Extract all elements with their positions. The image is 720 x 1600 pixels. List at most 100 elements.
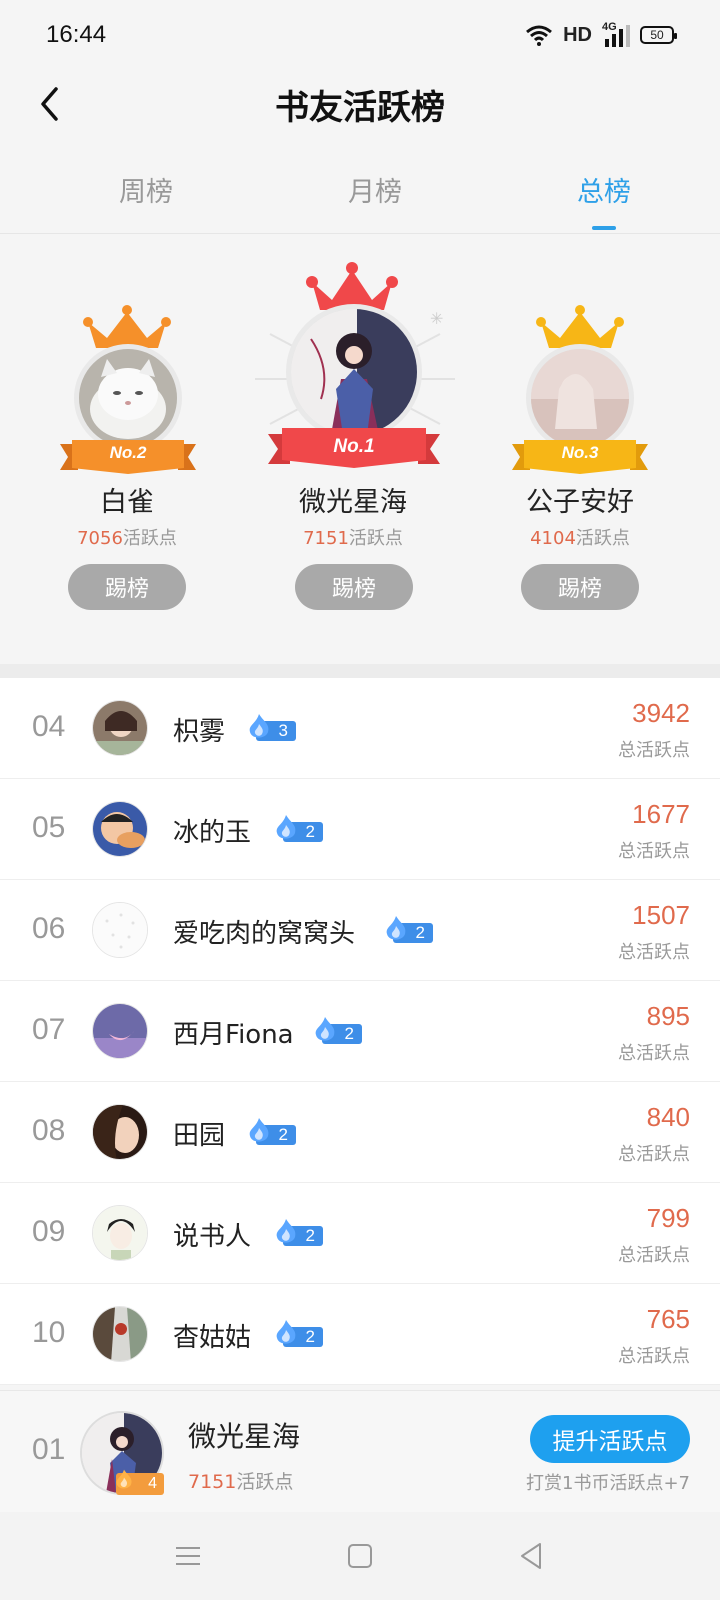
back-nav-icon[interactable]	[516, 1540, 548, 1572]
battery-level: 50	[650, 28, 664, 42]
points-value: 1507	[632, 900, 690, 930]
boost-hint: 打赏1书币活跃点+7	[526, 1473, 690, 1494]
user-name: 田园	[173, 1121, 226, 1151]
level-badge: 2	[271, 1320, 323, 1348]
kick-button[interactable]: 踢榜	[68, 564, 186, 610]
list-item[interactable]: 06 爱吃肉的窝窝头 2 1507 总活跃点	[0, 880, 720, 981]
points-value: 799	[646, 1203, 690, 1233]
points-value: 840	[646, 1102, 690, 1132]
flame-icon	[276, 815, 296, 839]
tab-weekly[interactable]: 周榜	[86, 170, 206, 209]
rank-number: 04	[32, 710, 66, 743]
level-badge: 2	[381, 916, 433, 944]
avatar[interactable]	[74, 344, 182, 452]
points-label: 总活跃点	[618, 1346, 690, 1367]
user-name: 说书人	[173, 1222, 252, 1252]
list-item[interactable]: 10 杳姑姑 2 765 总活跃点	[0, 1284, 720, 1385]
flame-icon	[276, 1320, 296, 1344]
points-suffix: 活跃点	[236, 1471, 294, 1493]
header: 书友活跃榜	[0, 70, 720, 138]
avatar[interactable]	[92, 1205, 148, 1261]
user-name: 西月Fiona	[173, 1020, 294, 1050]
points-label: 总活跃点	[618, 1144, 690, 1165]
points-value: 765	[646, 1304, 690, 1334]
my-rank-number: 01	[32, 1433, 66, 1466]
points-suffix: 活跃点	[348, 528, 403, 549]
avatar[interactable]	[526, 344, 634, 452]
tab-monthly[interactable]: 月榜	[315, 170, 435, 209]
avatar[interactable]	[92, 1104, 148, 1160]
podium-name: 公子安好	[526, 487, 634, 518]
points-value: 1677	[632, 799, 690, 829]
tab-total[interactable]: 总榜	[544, 170, 664, 209]
flame-icon	[276, 1219, 296, 1243]
menu-icon[interactable]	[172, 1540, 204, 1572]
rank-number: 06	[32, 912, 66, 945]
cell-signal-icon: 4G	[602, 21, 630, 47]
points-value: 7151	[188, 1471, 237, 1493]
list-item[interactable]: 09 说书人 2 799 总活跃点	[0, 1183, 720, 1284]
rank-number: 09	[32, 1215, 66, 1248]
list-item[interactable]: 04 枳雾 3 3942 总活跃点	[0, 678, 720, 779]
home-icon[interactable]	[344, 1540, 376, 1572]
podium-points: 4104活跃点	[480, 524, 680, 550]
flame-icon	[116, 1469, 132, 1489]
avatar[interactable]	[92, 1003, 148, 1059]
points-suffix: 活跃点	[575, 528, 630, 549]
points-label: 总活跃点	[618, 841, 690, 862]
level-badge: 2	[310, 1017, 362, 1045]
avatar[interactable]	[92, 902, 148, 958]
section-divider	[0, 664, 720, 678]
podium-name: 白雀	[100, 487, 154, 518]
avatar[interactable]	[286, 304, 422, 440]
chevron-left-icon	[41, 87, 58, 121]
list-item[interactable]: 08 田园 2 840 总活跃点	[0, 1082, 720, 1183]
network-label: HD	[563, 23, 592, 46]
avatar[interactable]	[92, 700, 148, 756]
points-value: 7056	[77, 528, 123, 549]
my-rank-bar: 01 4 微光星海 7151活跃点 提升活跃点 打赏1书币活跃点+7	[0, 1390, 720, 1512]
user-name: 枳雾	[173, 717, 226, 747]
boost-activity-button[interactable]: 提升活跃点	[530, 1415, 690, 1463]
flame-icon	[386, 916, 406, 940]
list-item[interactable]: 07 西月Fiona 2 895 总活跃点	[0, 981, 720, 1082]
flame-icon	[249, 714, 269, 738]
battery-icon: 50	[640, 26, 677, 44]
user-name: 冰的玉	[173, 818, 252, 848]
points-value: 7151	[303, 528, 349, 549]
rank-number: 10	[32, 1316, 66, 1349]
rank-number: 08	[32, 1114, 66, 1147]
rank-label: No.2	[109, 443, 147, 462]
points-value: 4104	[530, 528, 576, 549]
podium-points: 7056活跃点	[27, 524, 227, 550]
flame-icon	[315, 1017, 335, 1041]
system-nav-bar	[0, 1512, 720, 1600]
tab-bar: 周榜 月榜 总榜	[0, 150, 720, 234]
avatar[interactable]	[92, 1306, 148, 1362]
tab-indicator	[592, 226, 616, 230]
rank-label: No.1	[333, 436, 375, 457]
podium: ✳ No.1 微光星海 7151活跃点 踢榜 No.2 白雀 7056活跃点 踢…	[0, 234, 720, 664]
list-item[interactable]: 05 冰的玉 2 1677 总活跃点	[0, 779, 720, 880]
level-badge: 2	[271, 815, 323, 843]
kick-button[interactable]: 踢榜	[295, 564, 413, 610]
user-name: 爱吃肉的窝窝头	[173, 919, 356, 949]
wifi-icon	[526, 25, 553, 46]
avatar[interactable]	[92, 801, 148, 857]
level-badge: 2	[271, 1219, 323, 1247]
points-label: 总活跃点	[618, 1245, 690, 1266]
level-badge: 2	[244, 1118, 296, 1146]
level-number: 4	[148, 1475, 157, 1492]
points-label: 总活跃点	[618, 740, 690, 761]
status-time: 16:44	[46, 21, 107, 48]
status-bar: 16:44 HD 4G 50	[0, 0, 720, 70]
my-points: 7151活跃点	[188, 1467, 293, 1494]
my-name: 微光星海	[188, 1420, 301, 1453]
user-name: 杳姑姑	[173, 1323, 252, 1353]
rank-list: 04 枳雾 3 3942 总活跃点 05 冰的玉 2 1677 总活跃点 06 …	[0, 678, 720, 1385]
kick-button[interactable]: 踢榜	[521, 564, 639, 610]
rank-number: 07	[32, 1013, 66, 1046]
rank-number: 05	[32, 811, 66, 844]
back-button[interactable]	[30, 84, 70, 124]
points-suffix: 活跃点	[122, 528, 177, 549]
